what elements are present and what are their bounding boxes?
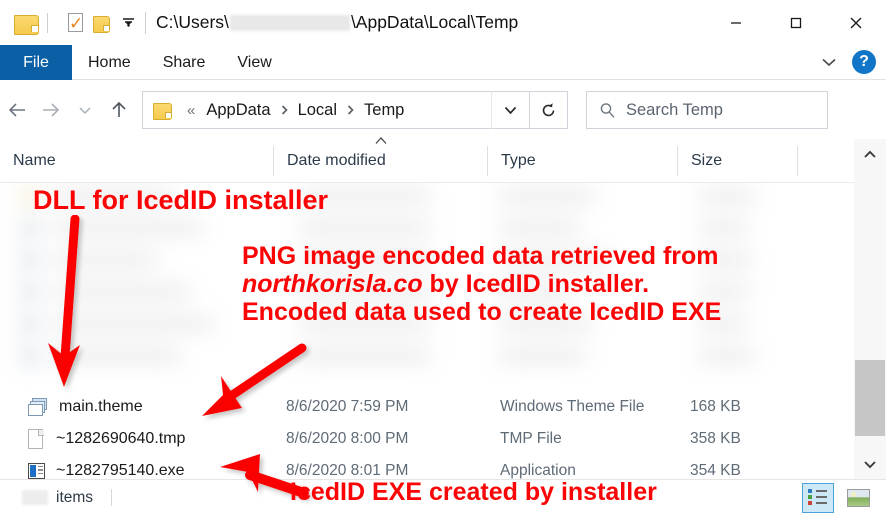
tab-view[interactable]: View [221, 45, 287, 80]
column-header-size[interactable]: Size [677, 145, 797, 176]
title-path-prefix: C:\Users\ [156, 12, 229, 32]
maximize-button[interactable] [766, 3, 826, 43]
chevron-up-icon[interactable] [854, 139, 886, 169]
window-title: C:\Users\ \AppData\Local\Temp [156, 12, 518, 33]
column-header-type[interactable]: Type [487, 145, 677, 176]
address-path-field[interactable]: « AppData Local Temp [142, 91, 530, 129]
title-bar: ✓ C:\Users\ \AppData\Local\Temp [0, 0, 886, 45]
ribbon-tab-bar: File Home Share View ? [0, 45, 886, 80]
annotation-png: PNG image encoded data retrieved from no… [242, 242, 721, 326]
recent-locations-button[interactable] [68, 93, 102, 127]
refresh-button[interactable] [530, 91, 568, 129]
column-label: Type [501, 151, 536, 169]
minimize-button[interactable] [706, 3, 766, 43]
theme-file-icon [28, 397, 50, 417]
new-folder-icon[interactable] [93, 13, 110, 33]
annotation-png-line2-rest: by IcedID installer. [422, 270, 650, 298]
column-header-name[interactable]: Name [0, 146, 273, 176]
column-label: Size [691, 151, 723, 169]
title-path-suffix: \AppData\Local\Temp [350, 12, 519, 32]
annotation-png-line1: PNG image encoded data retrieved from [242, 242, 719, 270]
annotation-dll: DLL for IcedID installer [33, 185, 329, 215]
file-name-text: main.theme [59, 398, 143, 415]
column-label: Date modified [287, 151, 386, 169]
up-button[interactable] [102, 93, 136, 127]
column-header-date-modified[interactable]: Date modified [273, 136, 487, 176]
chevron-down-icon[interactable] [816, 49, 842, 75]
folder-icon[interactable] [14, 13, 39, 35]
column-label: Name [13, 151, 56, 169]
annotation-domain: northkorisla.co [242, 270, 423, 298]
file-name-cell: ~1282690640.tmp [0, 428, 273, 450]
redacted-username [229, 14, 350, 31]
forward-button[interactable] [34, 93, 68, 127]
file-name-text: ~1282795140.exe [56, 462, 185, 479]
close-button[interactable] [826, 3, 886, 43]
sort-ascending-icon [373, 134, 389, 148]
tab-share[interactable]: Share [147, 45, 222, 80]
redacted-item-count [22, 490, 48, 505]
breadcrumb-temp[interactable]: Temp [360, 101, 408, 120]
file-name-cell: ~1282795140.exe [0, 462, 273, 479]
file-type-cell: Windows Theme File [500, 398, 645, 415]
help-button[interactable]: ? [852, 50, 876, 74]
scrollbar-track[interactable] [854, 169, 886, 449]
tab-home[interactable]: Home [72, 45, 147, 80]
status-divider [111, 489, 113, 506]
folder-icon [153, 102, 172, 120]
details-view-icon[interactable] [802, 482, 834, 513]
properties-icon[interactable]: ✓ [67, 12, 85, 34]
status-items-label: items [56, 488, 94, 506]
table-row[interactable]: main.theme 8/6/2020 7:59 PM Windows Them… [0, 391, 854, 423]
ribbon-right-controls: ? [816, 45, 886, 79]
file-list: main.theme 8/6/2020 7:59 PM Windows Them… [0, 183, 854, 479]
tab-file[interactable]: File [0, 45, 72, 80]
vertical-scrollbar[interactable] [854, 139, 886, 479]
annotation-exe: IcedID EXE created by installer [290, 478, 657, 506]
breadcrumb-overflow[interactable]: « [180, 102, 202, 119]
table-row[interactable]: ~1282795140.exe 8/6/2020 8:01 PM Applica… [0, 455, 854, 479]
search-icon [599, 102, 616, 119]
large-icons-view-icon[interactable] [842, 483, 874, 513]
title-divider [145, 11, 146, 34]
file-name-cell: main.theme [0, 397, 273, 417]
application-icon [28, 462, 46, 480]
chevron-down-icon[interactable] [119, 14, 137, 32]
annotation-png-line3: Encoded data used to create IcedID EXE [242, 298, 722, 326]
column-header-row: Name Date modified Type Size [0, 136, 886, 183]
scrollbar-thumb[interactable] [855, 360, 885, 436]
chevron-right-icon[interactable] [341, 104, 360, 116]
breadcrumb-local[interactable]: Local [294, 101, 341, 120]
toolbar-divider [47, 12, 48, 33]
annotation-png-line2: northkorisla.co by IcedID installer. [242, 270, 721, 298]
address-dropdown-icon[interactable] [491, 91, 529, 129]
window-controls [706, 0, 886, 45]
quick-access-toolbar: ✓ [0, 12, 137, 35]
file-date-cell: 8/6/2020 8:01 PM [286, 462, 409, 479]
table-row[interactable]: ~1282690640.tmp 8/6/2020 8:00 PM TMP Fil… [0, 423, 854, 455]
search-input[interactable]: Search Temp [586, 91, 828, 129]
file-size-cell: 168 KB [690, 398, 741, 415]
address-bar: « AppData Local Temp Search Temp [0, 85, 886, 135]
breadcrumb: « AppData Local Temp [180, 101, 491, 120]
file-explorer-window: ✓ C:\Users\ \AppData\Local\Temp File Hom… [0, 0, 886, 515]
file-name-text: ~1282690640.tmp [56, 430, 186, 447]
chevron-right-icon[interactable] [275, 104, 294, 116]
back-button[interactable] [0, 93, 34, 127]
search-placeholder: Search Temp [626, 100, 723, 119]
file-date-cell: 8/6/2020 7:59 PM [286, 398, 409, 415]
file-type-cell: TMP File [500, 430, 562, 447]
file-size-cell: 358 KB [690, 430, 741, 447]
generic-file-icon [28, 428, 45, 450]
file-date-cell: 8/6/2020 8:00 PM [286, 430, 409, 447]
file-type-cell: Application [500, 462, 576, 479]
chevron-down-icon[interactable] [854, 449, 886, 479]
file-size-cell: 354 KB [690, 462, 741, 479]
view-mode-buttons [802, 482, 886, 513]
breadcrumb-appdata[interactable]: AppData [202, 101, 274, 120]
